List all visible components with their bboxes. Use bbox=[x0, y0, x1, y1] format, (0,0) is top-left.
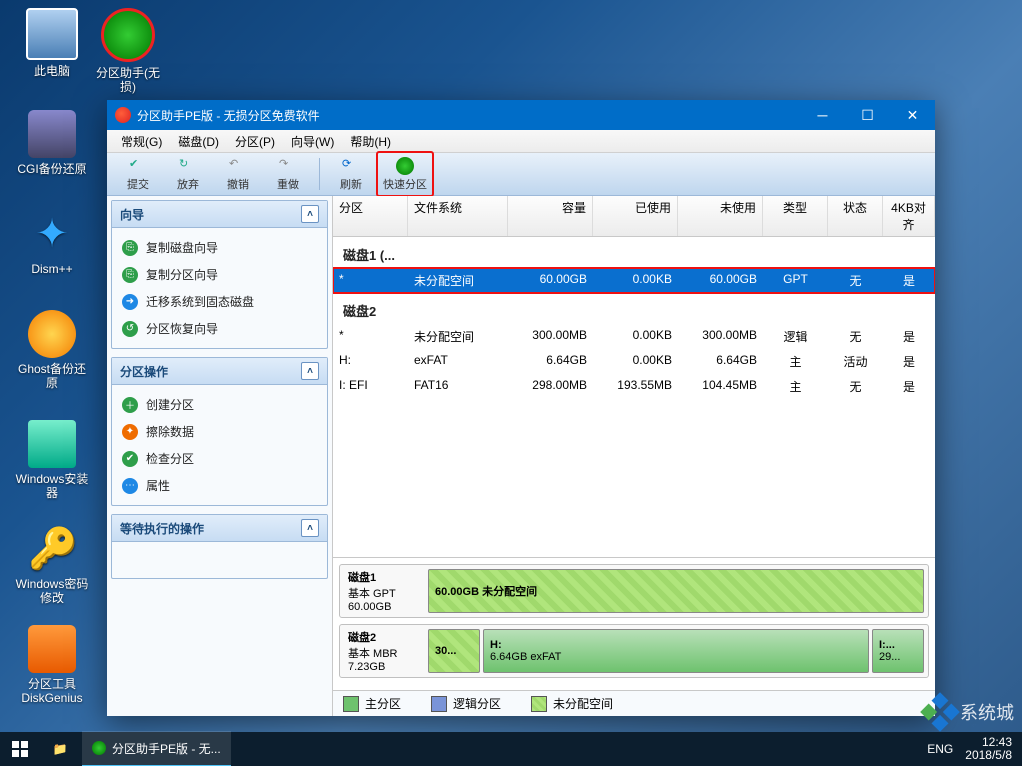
col-4k[interactable]: 4KB对齐 bbox=[883, 196, 935, 236]
disk2-visual[interactable]: 磁盘2基本 MBR7.23GB 30...H:6.64GB exFATI:...… bbox=[339, 624, 929, 678]
desktop-icon-ghost[interactable]: Ghost备份还原 bbox=[14, 310, 90, 390]
col-state[interactable]: 状态 bbox=[828, 196, 883, 236]
start-button[interactable] bbox=[0, 732, 40, 766]
legend: 主分区 逻辑分区 未分配空间 bbox=[333, 690, 935, 716]
op-check[interactable]: ✔检查分区 bbox=[116, 445, 323, 472]
menu-help[interactable]: 帮助(H) bbox=[342, 131, 399, 152]
wipe-icon: ✦ bbox=[122, 424, 138, 440]
menu-wizard[interactable]: 向导(W) bbox=[283, 131, 342, 152]
migrate-icon: ➜ bbox=[122, 294, 138, 310]
tray-clock[interactable]: 12:432018/5/8 bbox=[965, 736, 1012, 762]
col-partition[interactable]: 分区 bbox=[333, 196, 408, 236]
legend-unalloc: 未分配空间 bbox=[531, 695, 613, 712]
watermark-logo bbox=[920, 692, 960, 732]
pending-panel-header[interactable]: 等待执行的操作˄ bbox=[112, 515, 327, 542]
watermark: 系统城 bbox=[926, 698, 1014, 726]
reload-icon: ↻ bbox=[179, 157, 197, 175]
col-used[interactable]: 已使用 bbox=[593, 196, 678, 236]
disk-visual-area: 磁盘1基本 GPT60.00GB 60.00GB 未分配空间 磁盘2基本 MBR… bbox=[333, 558, 935, 690]
ops-panel-header[interactable]: 分区操作˄ bbox=[112, 358, 327, 385]
window-title: 分区助手PE版 - 无损分区免费软件 bbox=[137, 107, 800, 124]
legend-primary: 主分区 bbox=[343, 695, 401, 712]
desktop-icon-winpass[interactable]: 🔑Windows密码修改 bbox=[14, 525, 90, 605]
menubar: 常规(G) 磁盘(D) 分区(P) 向导(W) 帮助(H) bbox=[107, 130, 935, 153]
table-row[interactable]: *未分配空间300.00MB0.00KB300.00MB逻辑无是 bbox=[333, 324, 935, 349]
col-fs[interactable]: 文件系统 bbox=[408, 196, 508, 236]
disk2-title[interactable]: 磁盘2 bbox=[333, 293, 935, 324]
refresh-button[interactable]: ⟳刷新 bbox=[326, 155, 376, 193]
chevron-up-icon[interactable]: ˄ bbox=[301, 205, 319, 223]
col-capacity[interactable]: 容量 bbox=[508, 196, 593, 236]
menu-general[interactable]: 常规(G) bbox=[113, 131, 170, 152]
windows-icon bbox=[12, 741, 28, 757]
quick-partition-button[interactable]: 快速分区 bbox=[376, 151, 434, 197]
sidebar: 向导˄ ⎘复制磁盘向导 ⎘复制分区向导 ➜迁移系统到固态磁盘 ↺分区恢复向导 分… bbox=[107, 196, 333, 716]
op-wipe[interactable]: ✦擦除数据 bbox=[116, 418, 323, 445]
desktop-icon-dism[interactable]: ✦Dism++ bbox=[14, 210, 90, 276]
grid-header: 分区 文件系统 容量 已使用 未使用 类型 状态 4KB对齐 bbox=[333, 196, 935, 237]
wizard-copy-disk[interactable]: ⎘复制磁盘向导 bbox=[116, 234, 323, 261]
redo-button[interactable]: ↷重做 bbox=[263, 155, 313, 193]
partition-box[interactable]: 30... bbox=[428, 629, 480, 673]
partition-box[interactable]: 60.00GB 未分配空间 bbox=[428, 569, 924, 613]
table-row[interactable]: H:exFAT6.64GB0.00KB6.64GB主活动是 bbox=[333, 349, 935, 374]
col-type[interactable]: 类型 bbox=[763, 196, 828, 236]
copy-disk-icon: ⎘ bbox=[122, 240, 138, 256]
wizard-migrate-ssd[interactable]: ➜迁移系统到固态磁盘 bbox=[116, 288, 323, 315]
plus-icon: ＋ bbox=[122, 397, 138, 413]
wizard-copy-partition[interactable]: ⎘复制分区向导 bbox=[116, 261, 323, 288]
menu-disk[interactable]: 磁盘(D) bbox=[170, 131, 227, 152]
table-row[interactable]: *未分配空间60.00GB0.00KB60.00GBGPT无是 bbox=[333, 268, 935, 293]
check-icon: ✔ bbox=[129, 157, 147, 175]
refresh-icon: ⟳ bbox=[342, 157, 360, 175]
desktop-icon-diskgenius[interactable]: 分区工具DiskGenius bbox=[14, 625, 90, 705]
legend-logical: 逻辑分区 bbox=[431, 695, 501, 712]
ops-panel: 分区操作˄ ＋创建分区 ✦擦除数据 ✔检查分区 ⋯属性 bbox=[111, 357, 328, 506]
chevron-up-icon[interactable]: ˄ bbox=[301, 362, 319, 380]
wizard-recover-partition[interactable]: ↺分区恢复向导 bbox=[116, 315, 323, 342]
copy-part-icon: ⎘ bbox=[122, 267, 138, 283]
discard-button[interactable]: ↻放弃 bbox=[163, 155, 213, 193]
chevron-up-icon[interactable]: ˄ bbox=[301, 519, 319, 537]
toolbar: ✔提交 ↻放弃 ↶撤销 ↷重做 ⟳刷新 快速分区 bbox=[107, 153, 935, 196]
partition-box[interactable]: I:...29... bbox=[872, 629, 924, 673]
minimize-button[interactable]: ─ bbox=[800, 100, 845, 130]
wizard-panel-header[interactable]: 向导˄ bbox=[112, 201, 327, 228]
props-icon: ⋯ bbox=[122, 478, 138, 494]
titlebar[interactable]: 分区助手PE版 - 无损分区免费软件 ─ ☐ ✕ bbox=[107, 100, 935, 130]
taskbar-explorer[interactable]: 📁 bbox=[40, 732, 80, 766]
desktop-icon-cgi-backup[interactable]: CGI备份还原 bbox=[14, 110, 90, 176]
app-window: 分区助手PE版 - 无损分区免费软件 ─ ☐ ✕ 常规(G) 磁盘(D) 分区(… bbox=[107, 100, 935, 716]
undo-icon: ↶ bbox=[229, 157, 247, 175]
desktop-icon-this-pc[interactable]: 此电脑 bbox=[14, 8, 90, 78]
op-props[interactable]: ⋯属性 bbox=[116, 472, 323, 499]
redo-icon: ↷ bbox=[279, 157, 297, 175]
disk1-title[interactable]: 磁盘1 (... bbox=[333, 237, 935, 268]
desktop-icon-winstall[interactable]: Windows安装器 bbox=[14, 420, 90, 500]
disk1-visual[interactable]: 磁盘1基本 GPT60.00GB 60.00GB 未分配空间 bbox=[339, 564, 929, 618]
partition-grid[interactable]: 磁盘1 (... *未分配空间60.00GB0.00KB60.00GBGPT无是… bbox=[333, 237, 935, 558]
wizard-panel: 向导˄ ⎘复制磁盘向导 ⎘复制分区向导 ➜迁移系统到固态磁盘 ↺分区恢复向导 bbox=[111, 200, 328, 349]
partition-box[interactable]: H:6.64GB exFAT bbox=[483, 629, 869, 673]
main-area: 分区 文件系统 容量 已使用 未使用 类型 状态 4KB对齐 磁盘1 (... … bbox=[333, 196, 935, 716]
col-free[interactable]: 未使用 bbox=[678, 196, 763, 236]
table-row[interactable]: I: EFIFAT16298.00MB193.55MB104.45MB主无是 bbox=[333, 374, 935, 399]
op-create[interactable]: ＋创建分区 bbox=[116, 391, 323, 418]
tray-lang[interactable]: ENG bbox=[927, 742, 953, 756]
undo-button[interactable]: ↶撤销 bbox=[213, 155, 263, 193]
commit-button[interactable]: ✔提交 bbox=[113, 155, 163, 193]
check-part-icon: ✔ bbox=[122, 451, 138, 467]
system-tray: ENG 12:432018/5/8 bbox=[917, 736, 1022, 762]
taskbar-app-icon bbox=[92, 741, 106, 755]
close-button[interactable]: ✕ bbox=[890, 100, 935, 130]
quick-partition-icon bbox=[396, 157, 414, 175]
taskbar: 📁 分区助手PE版 - 无... ENG 12:432018/5/8 bbox=[0, 732, 1022, 766]
app-icon bbox=[115, 107, 131, 123]
maximize-button[interactable]: ☐ bbox=[845, 100, 890, 130]
desktop-icon-partition-assistant[interactable]: 分区助手(无损) bbox=[90, 8, 166, 94]
recover-icon: ↺ bbox=[122, 321, 138, 337]
pending-panel: 等待执行的操作˄ bbox=[111, 514, 328, 579]
taskbar-app[interactable]: 分区助手PE版 - 无... bbox=[82, 731, 231, 766]
menu-partition[interactable]: 分区(P) bbox=[227, 131, 283, 152]
